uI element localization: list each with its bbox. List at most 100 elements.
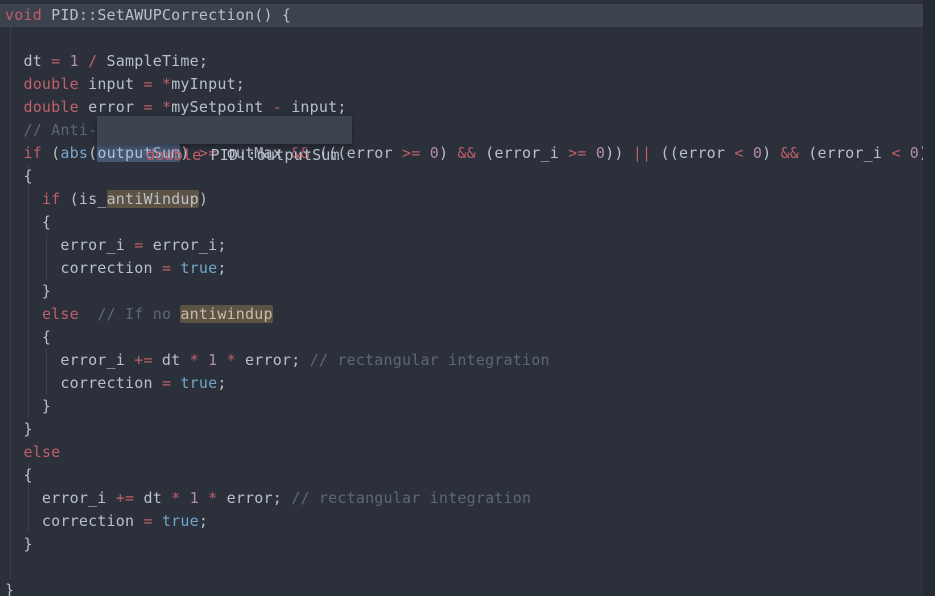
code-line[interactable]: { — [0, 464, 923, 487]
code-token: ; — [217, 259, 227, 277]
code-token: } — [5, 397, 52, 415]
vertical-scrollbar[interactable] — [923, 0, 935, 596]
code-line[interactable]: correction = true; — [0, 257, 923, 280]
code-token: 0 — [909, 144, 920, 162]
code-token: ) — [762, 144, 781, 162]
code-token: void — [5, 6, 42, 24]
code-token: / — [88, 52, 98, 70]
code-token: dt — [152, 351, 190, 369]
code-token: mySetpoint — [171, 98, 273, 116]
code-token: (error_i — [475, 144, 569, 162]
code-line[interactable]: error_i += dt * 1 * error; // rectangula… — [0, 487, 923, 510]
code-line[interactable] — [0, 27, 923, 50]
code-line[interactable]: dt = 1 / SampleTime; — [0, 50, 923, 73]
code-token: = — [143, 75, 153, 93]
code-token: correction — [5, 374, 162, 392]
hover-type-tooltip: double PID::outputSum — [97, 116, 352, 164]
code-line-current[interactable]: void PID::SetAWUPCorrection() { — [0, 4, 923, 27]
code-token: * — [208, 489, 218, 507]
code-line[interactable] — [0, 556, 923, 579]
code-token: dt — [134, 489, 172, 507]
code-token: true — [180, 259, 218, 277]
code-token: )) — [605, 144, 633, 162]
code-line[interactable]: double input = *myInput; — [0, 73, 923, 96]
code-token: = — [161, 259, 172, 277]
code-token: (is_ — [60, 190, 107, 208]
code-token: PID::SetAWUPCorrection() { — [41, 6, 292, 24]
code-token: } — [5, 581, 15, 596]
code-token: ( — [88, 144, 98, 162]
code-token: 0 — [595, 144, 606, 162]
code-token: error_i — [5, 351, 135, 369]
code-line[interactable]: { — [0, 326, 923, 349]
code-line[interactable]: else // If no antiwindup — [0, 303, 923, 326]
code-token: // Anti- — [23, 121, 98, 139]
code-token: 1 — [208, 351, 218, 369]
code-token: true — [161, 512, 199, 530]
code-line[interactable]: else — [0, 441, 923, 464]
code-line[interactable]: error_i += dt * 1 * error; // rectangula… — [0, 349, 923, 372]
code-token: dt — [5, 52, 52, 70]
code-token: ( — [41, 144, 61, 162]
code-token: if — [23, 144, 42, 162]
code-token: input — [78, 75, 144, 93]
code-token: correction — [5, 512, 144, 530]
code-token: { — [5, 167, 33, 185]
code-token: ; — [217, 374, 227, 392]
code-line[interactable]: { — [0, 211, 923, 234]
code-token: * — [161, 98, 172, 116]
code-token: correction — [5, 259, 162, 277]
code-token: ) — [198, 190, 209, 208]
code-editor[interactable]: void PID::SetAWUPCorrection() { dt = 1 /… — [0, 0, 923, 596]
code-line[interactable]: correction = true; — [0, 372, 923, 395]
code-token: myInput; — [171, 75, 246, 93]
code-line[interactable]: } — [0, 280, 923, 303]
code-line[interactable]: { — [0, 165, 923, 188]
code-token: 1 — [69, 52, 79, 70]
code-token: += — [134, 351, 153, 369]
code-token: else — [23, 443, 61, 461]
code-token: PID::outputSum — [201, 146, 340, 164]
code-token: ((error — [651, 144, 735, 162]
code-line[interactable]: if (is_antiWindup) — [0, 188, 923, 211]
code-token: antiwindup — [180, 305, 273, 323]
code-token: input; — [281, 98, 347, 116]
code-line[interactable]: } — [0, 418, 923, 441]
code-line[interactable]: } — [0, 579, 923, 596]
code-token: error; — [235, 351, 310, 369]
code-token: * — [189, 351, 199, 369]
code-token: = — [161, 374, 172, 392]
code-token: >= — [402, 144, 421, 162]
code-token: double — [145, 146, 202, 164]
code-lines: void PID::SetAWUPCorrection() { dt = 1 /… — [0, 0, 923, 596]
code-token: (error_i — [799, 144, 892, 162]
code-token: * — [226, 351, 236, 369]
code-token: // If no — [97, 305, 181, 323]
code-line[interactable]: } — [0, 533, 923, 556]
code-token: < — [734, 144, 744, 162]
code-token: double — [23, 98, 79, 116]
code-token: error — [78, 98, 144, 116]
code-line[interactable]: } — [0, 395, 923, 418]
code-token: += — [115, 489, 135, 507]
code-token: // rectangular integration — [291, 489, 532, 507]
code-line[interactable]: error_i = error_i; — [0, 234, 923, 257]
code-token: = — [143, 512, 153, 530]
code-token: } — [5, 535, 33, 553]
code-line[interactable]: correction = true; — [0, 510, 923, 533]
code-token: antiWindup — [106, 190, 199, 208]
code-token: { — [5, 328, 52, 346]
code-token: if — [41, 190, 61, 208]
